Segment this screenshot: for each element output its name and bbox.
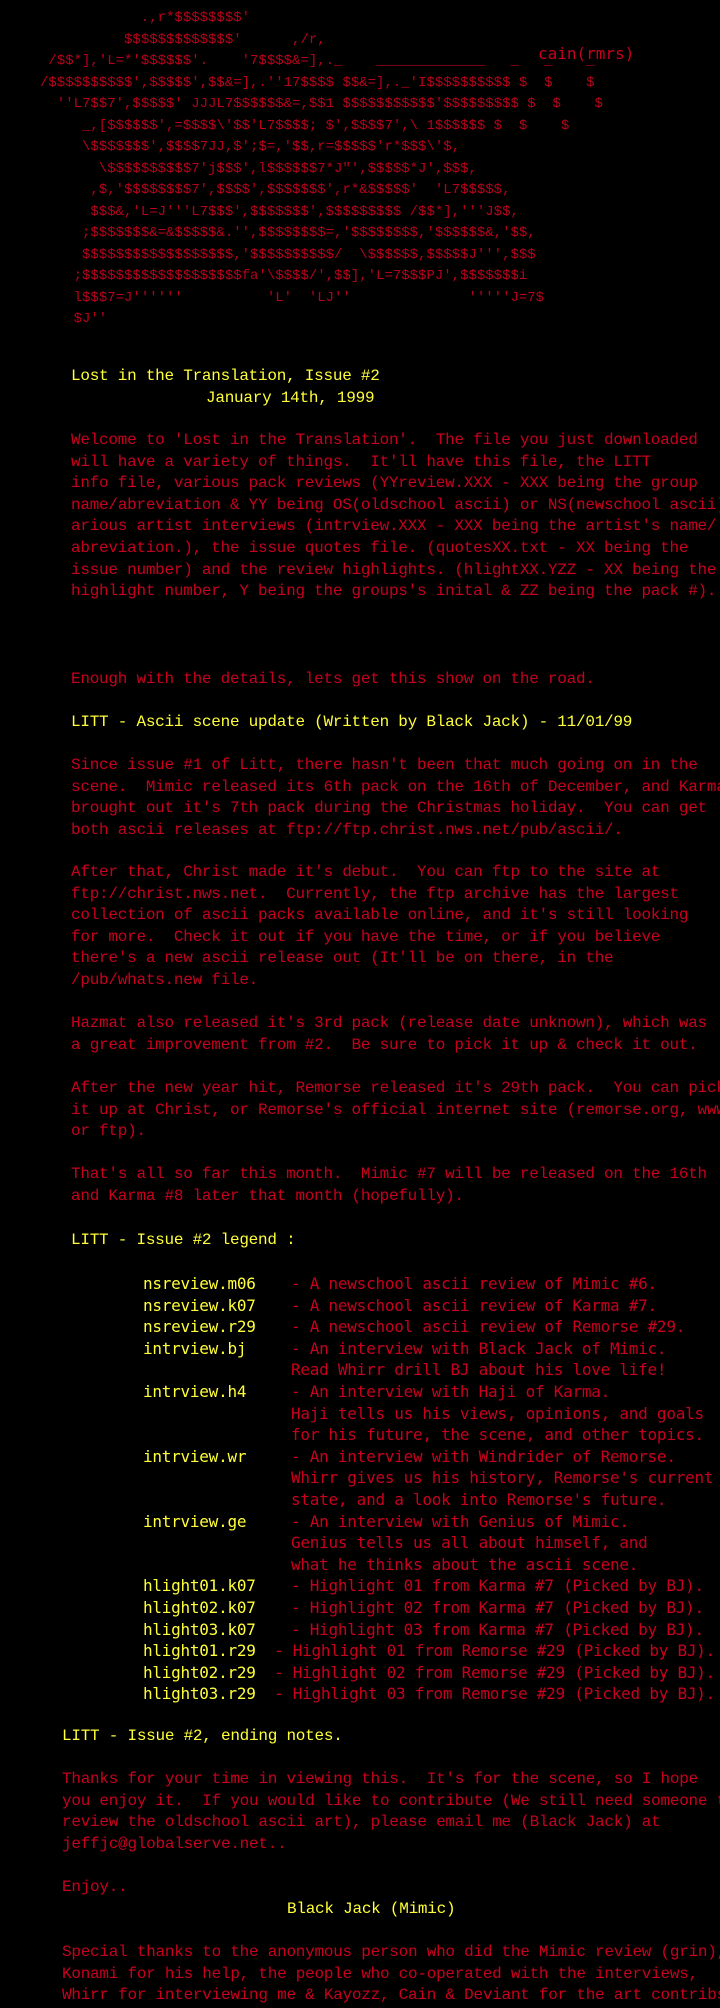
legend-filename: intrview.ge [143,1511,247,1531]
update-paragraph-5: That's all so far this month. Mimic #7 w… [71,1165,707,1205]
legend-filename: hlight02.k07 [143,1597,256,1617]
legend-row: nsreview.m06 - A newschool ascii review o… [143,1273,715,1295]
legend-heading: LITT - Issue #2 legend : [71,1231,296,1249]
legend-description-continued: Whirr gives us his history, Remorse's cu… [291,1468,714,1488]
issue-date: January 14th, 1999 [206,389,375,407]
legend-row: intrview.ge - An interview with Genius of… [143,1511,715,1533]
legend-description: - Highlight 02 from Remorse #29 (Picked … [274,1662,715,1682]
legend-description-continued: Read Whirr drill BJ about his love life! [291,1360,667,1380]
thanks-paragraph: Thanks for your time in viewing this. It… [62,1770,720,1853]
update-paragraph-2: After that, Christ made it's debut. You … [71,863,689,989]
legend-row: hlight03.k07 - Highlight 03 from Karma #7… [143,1619,715,1641]
legend-filename: hlight01.r29 [143,1641,256,1661]
legend-filename: hlight02.r29 [143,1662,256,1682]
legend-description: - An interview with Haji of Karma. [291,1381,611,1401]
legend-description-continued: Genius tells us all about himself, and [291,1533,648,1553]
legend-row: intrview.bj - An interview with Black Jac… [143,1338,715,1360]
legend-filename: intrview.wr [143,1446,247,1466]
legend-description: - Highlight 02 from Karma #7 (Picked by … [291,1597,704,1617]
legend-filename: nsreview.k07 [143,1295,256,1315]
legend-filename: nsreview.r29 [143,1317,256,1337]
legend-description-continued: for his future, the scene, and other top… [291,1425,704,1445]
update-paragraph-4: After the new year hit, Remorse released… [71,1079,720,1141]
legend-description: - Highlight 01 from Karma #7 (Picked by … [291,1576,704,1596]
legend-description-continued: state, and a look into Remorse's future. [291,1489,667,1509]
legend-description-continued: what he thinks about the ascii scene. [291,1554,639,1574]
legend-description: - Highlight 03 from Karma #7 (Picked by … [291,1619,704,1639]
legend-row: hlight01.k07 - Highlight 01 from Karma #7… [143,1575,715,1597]
legend-description: - An interview with Genius of Mimic. [291,1511,629,1531]
legend-row: intrview.h4 - An interview with Haji of K… [143,1381,715,1403]
legend-description: - An interview with Windrider of Remorse… [291,1446,676,1466]
legend-description: - Highlight 03 from Remorse #29 (Picked … [274,1684,715,1704]
legend-row: hlight01.r29 - Highlight 01 from Remorse … [143,1640,715,1662]
legend-row: hlight03.r29 - Highlight 03 from Remorse … [143,1683,715,1705]
legend-filename: nsreview.m06 [143,1274,256,1293]
legend-row: intrview.wr - An interview with Windrider… [143,1446,715,1468]
signature-line: Black Jack (Mimic) [287,1900,456,1918]
art-signature: cain(rmrs) [538,44,635,63]
legend-row: nsreview.k07 - A newschool ascii review o… [143,1295,715,1317]
scene-update-heading: LITT - Ascii scene update (Written by Bl… [71,713,633,731]
update-paragraph-3: Hazmat also released it's 3rd pack (rele… [71,1014,707,1054]
legend-description: - A newschool ascii review of Mimic #6. [291,1274,657,1293]
enough-details-line: Enough with the details, lets get this s… [71,670,595,688]
legend-filename: intrview.bj [143,1338,247,1358]
ending-heading: LITT - Issue #2, ending notes. [62,1727,343,1745]
legend-row: hlight02.k07 - Highlight 02 from Karma #7… [143,1597,715,1619]
document-page: .,r*$$$$$$$$' $$$$$$$$$$$$$' ,/r, /$$*],… [0,0,720,2008]
legend-row: nsreview.r29 - A newschool ascii review o… [143,1316,715,1338]
welcome-paragraph: Welcome to 'Lost in the Translation'. Th… [71,431,720,601]
issue-title: Lost in the Translation, Issue #2 [71,367,380,385]
enjoy-line: Enjoy.. [62,1878,128,1896]
legend-row: hlight02.r29 - Highlight 02 from Remorse … [143,1662,715,1684]
legend-description: - Highlight 01 from Remorse #29 (Picked … [274,1641,715,1661]
legend-filename: hlight01.k07 [143,1576,256,1596]
legend-filename: hlight03.k07 [143,1619,256,1639]
legend-description-continued: Haji tells us his views, opinions, and g… [291,1403,704,1423]
legend-description: - An interview with Black Jack of Mimic. [291,1338,667,1358]
legend-description: - A newschool ascii review of Remorse #2… [291,1317,686,1337]
special-thanks-paragraph: Special thanks to the anonymous person w… [62,1943,720,2005]
legend-filename: intrview.h4 [143,1381,247,1401]
legend-list: nsreview.m06 - A newschool ascii review o… [143,1273,715,1705]
legend-description: - A newschool ascii review of Karma #7. [291,1295,657,1315]
update-paragraph-1: Since issue #1 of Litt, there hasn't bee… [71,756,720,839]
legend-filename: hlight03.r29 [143,1684,256,1704]
